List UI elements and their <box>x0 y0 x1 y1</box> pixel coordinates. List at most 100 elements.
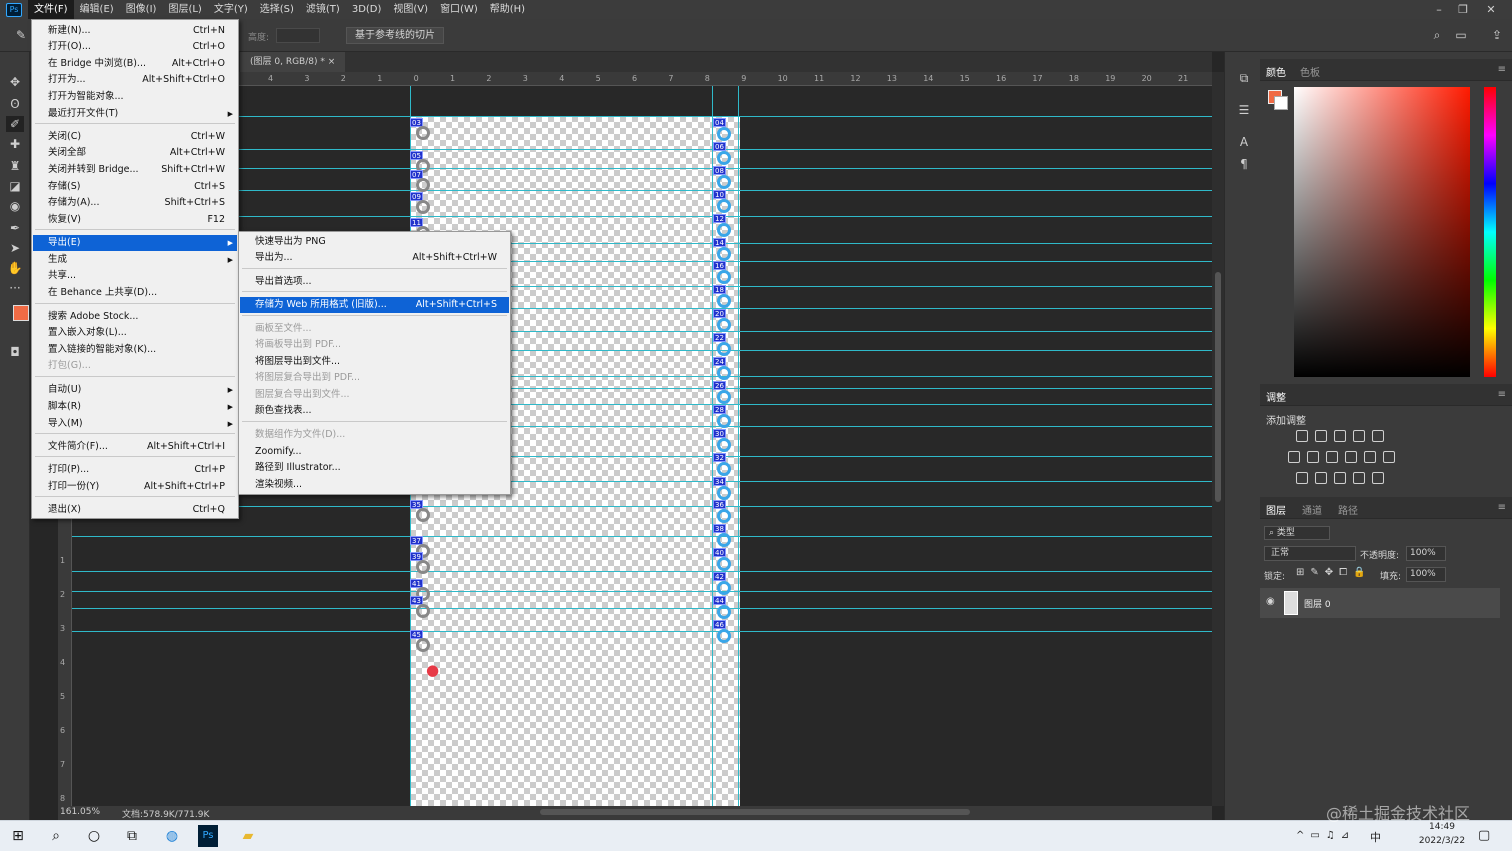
adjustment-icon[interactable] <box>1353 472 1365 484</box>
slice-number[interactable]: 24 <box>713 357 726 366</box>
height-field[interactable] <box>276 28 320 43</box>
stamp-tool-icon[interactable]: ♜ <box>6 158 24 174</box>
adjustment-icon[interactable] <box>1334 430 1346 442</box>
adjustment-icon[interactable] <box>1383 451 1395 463</box>
panel-menu-icon[interactable]: ≡ <box>1498 389 1506 400</box>
history-icon[interactable]: ⧉ <box>1235 70 1253 86</box>
lasso-tool-icon[interactable]: ʘ <box>6 96 24 112</box>
close-tab-icon[interactable]: × <box>328 57 336 67</box>
export-menu-item[interactable]: 导出为... Alt+Shift+Ctrl+W <box>240 250 509 266</box>
layer-name[interactable]: 图层 0 <box>1304 597 1331 610</box>
slice-number[interactable]: 10 <box>713 189 726 199</box>
layer-row[interactable]: ◉ 图层 0 <box>1260 588 1500 618</box>
slice-number[interactable]: 14 <box>713 237 726 247</box>
adjustment-icon[interactable] <box>1372 430 1384 442</box>
slice-number[interactable]: 40 <box>713 548 726 558</box>
export-menu-item[interactable]: Zoomify... <box>240 444 509 460</box>
slice-number[interactable]: 38 <box>713 524 726 534</box>
file-menu-item[interactable]: 文件简介(F)... Alt+Shift+Ctrl+I <box>33 439 237 455</box>
adjustment-icon[interactable] <box>1345 451 1357 463</box>
file-menu-item[interactable]: 打开为智能对象... <box>33 89 237 105</box>
menu-edit[interactable]: 编辑(E) <box>74 0 120 19</box>
slice-number[interactable]: 44 <box>713 596 726 605</box>
path-select-icon[interactable]: ➤ <box>6 240 24 256</box>
slice-number[interactable]: 46 <box>713 619 726 629</box>
slice-number[interactable]: 36 <box>713 500 726 510</box>
export-menu-item[interactable]: 画板至文件... <box>240 321 509 337</box>
opacity-field[interactable]: 100% <box>1406 546 1446 561</box>
edge-icon[interactable]: ◍ <box>160 825 184 847</box>
menu-view[interactable]: 视图(V) <box>387 0 434 19</box>
blend-mode-select[interactable]: 正常 <box>1264 546 1356 561</box>
file-menu-item[interactable]: 脚本(R) ▶ <box>33 399 237 415</box>
workspace-icon[interactable]: ▭ <box>1452 27 1470 43</box>
horizontal-scroll-thumb[interactable] <box>540 809 970 815</box>
tab-paths[interactable]: 路径 <box>1338 502 1358 517</box>
notification-icon[interactable]: ▢ <box>1478 828 1490 843</box>
file-explorer-icon[interactable]: ▰ <box>236 825 260 847</box>
slice-number[interactable]: 26 <box>713 380 726 390</box>
adjustment-icon[interactable] <box>1372 472 1384 484</box>
menu-select[interactable]: 选择(S) <box>254 0 300 19</box>
tab-adjustments[interactable]: 调整 <box>1266 389 1286 404</box>
slice-number[interactable]: 18 <box>713 285 726 295</box>
tab-channels[interactable]: 通道 <box>1302 502 1322 517</box>
minimize-icon[interactable]: – <box>1428 0 1450 19</box>
slice-number[interactable]: 32 <box>713 452 726 462</box>
adjustment-icon[interactable] <box>1315 430 1327 442</box>
slice-number[interactable]: 06 <box>713 141 726 151</box>
slice-number[interactable]: 34 <box>713 476 726 486</box>
export-menu-item[interactable]: 颜色查找表... <box>240 403 509 419</box>
paragraph-icon[interactable]: ¶ <box>1235 156 1253 172</box>
pen-tool-icon[interactable]: ✒ <box>6 220 24 236</box>
eraser-tool-icon[interactable]: ◪ <box>6 178 24 194</box>
export-menu-item[interactable]: 将画板导出到 PDF... <box>240 337 509 353</box>
file-menu-item[interactable]: 存储为(A)... Shift+Ctrl+S <box>33 195 237 211</box>
task-view-icon[interactable]: ⧉ <box>120 825 144 847</box>
tray-icons[interactable]: ^▭♫⊿ <box>1296 830 1355 841</box>
export-menu-item[interactable]: 导出首选项... <box>240 274 509 290</box>
slice-number[interactable]: 42 <box>713 572 726 582</box>
panel-menu-icon[interactable]: ≡ <box>1498 502 1506 513</box>
search-icon[interactable]: ⌕ <box>44 825 68 847</box>
close-window-icon[interactable]: ✕ <box>1480 0 1502 19</box>
slices-from-guides-button[interactable]: 基于参考线的切片 <box>346 27 444 44</box>
file-menu-item[interactable]: 自动(U) ▶ <box>33 382 237 398</box>
adjustment-icon[interactable] <box>1296 430 1308 442</box>
menu-window[interactable]: 窗口(W) <box>434 0 484 19</box>
tab-layers[interactable]: 图层 <box>1266 502 1286 517</box>
character-icon[interactable]: A <box>1235 134 1253 150</box>
file-menu-item[interactable]: 存储(S) Ctrl+S <box>33 179 237 195</box>
file-menu-item[interactable]: 导入(M) ▶ <box>33 416 237 432</box>
file-menu-item[interactable]: 置入链接的智能对象(K)... <box>33 342 237 358</box>
file-menu-item[interactable]: 在 Bridge 中浏览(B)... Alt+Ctrl+O <box>33 56 237 72</box>
ime-indicator[interactable]: 中 <box>1370 829 1381 845</box>
hue-slider[interactable] <box>1484 87 1496 377</box>
windows-start-icon[interactable]: ⊞ <box>6 825 30 847</box>
slice-number[interactable]: 12 <box>713 213 726 223</box>
properties-icon[interactable]: ☰ <box>1235 102 1253 118</box>
zoom-level[interactable]: 161.05% <box>60 807 100 817</box>
file-menu-item[interactable]: 置入嵌入对象(L)... <box>33 325 237 341</box>
move-tool-icon[interactable]: ✥ <box>6 74 24 90</box>
export-menu-item[interactable]: 将图层导出到文件... <box>240 354 509 370</box>
file-menu-item[interactable]: 打印一份(Y) Alt+Shift+Ctrl+P <box>33 479 237 495</box>
file-menu-item[interactable]: 生成 ▶ <box>33 252 237 268</box>
file-menu-item[interactable]: 关闭(C) Ctrl+W <box>33 129 237 145</box>
lock-icons[interactable]: ⊞✎✥⧠🔒 <box>1296 567 1372 578</box>
slice-number[interactable]: 22 <box>713 333 726 343</box>
menu-file[interactable]: 文件(F) <box>28 0 74 19</box>
file-menu-item[interactable]: 恢复(V) F12 <box>33 212 237 228</box>
slice-select-tool-icon[interactable]: ✐ <box>6 116 24 132</box>
export-menu-item[interactable]: 图层复合导出到文件... <box>240 387 509 403</box>
slice-number[interactable]: 04 <box>713 118 726 127</box>
menu-3d[interactable]: 3D(D) <box>346 0 388 19</box>
slice-number[interactable]: 28 <box>713 404 726 414</box>
foreground-color-swatch[interactable] <box>13 305 29 321</box>
more-tools-icon[interactable]: ··· <box>6 280 24 296</box>
adjustment-icon[interactable] <box>1364 451 1376 463</box>
fill-field[interactable]: 100% <box>1406 567 1446 582</box>
export-menu-item[interactable]: 数据组作为文件(D)... <box>240 427 509 443</box>
file-menu-item[interactable]: 共享... <box>33 268 237 284</box>
file-menu-item[interactable]: 打印(P)... Ctrl+P <box>33 462 237 478</box>
